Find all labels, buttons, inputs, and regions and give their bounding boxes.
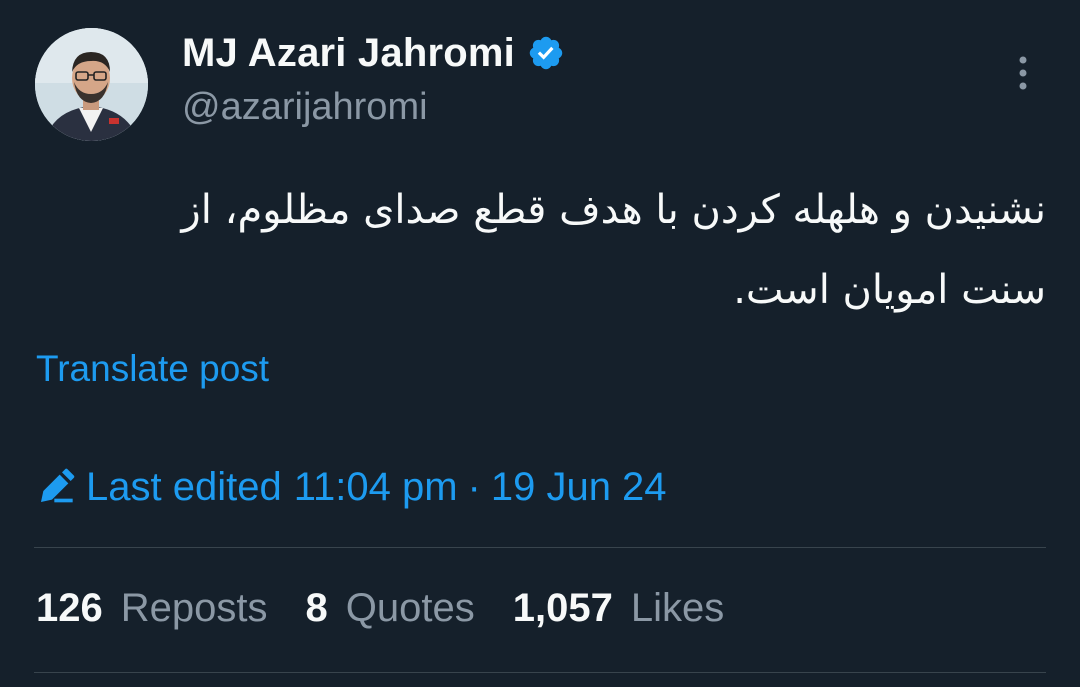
more-options-icon[interactable]: [1008, 54, 1038, 94]
author-handle[interactable]: @azarijahromi: [182, 86, 428, 129]
author-name-row[interactable]: MJ Azari Jahromi: [182, 28, 565, 78]
timestamp-separator: ·: [467, 464, 481, 509]
last-edited-label: Last edited: [86, 464, 282, 509]
tweet-text: نشنیدن و هلهله کردن با هدف قطع صدای مظلو…: [181, 187, 1046, 313]
author-display-name[interactable]: MJ Azari Jahromi: [182, 31, 515, 76]
likes-count: 1,057: [512, 586, 613, 630]
avatar[interactable]: [35, 28, 148, 141]
quotes-label: Quotes: [345, 586, 475, 630]
translate-post-link[interactable]: Translate post: [36, 348, 269, 390]
quotes-count: 8: [305, 586, 328, 630]
engagement-stats: 126 Reposts 8 Quotes 1,057 Likes: [36, 586, 762, 631]
edited-time[interactable]: 11:04 pm: [294, 465, 458, 510]
likes-stat[interactable]: 1,057 Likes: [513, 586, 725, 631]
divider: [34, 547, 1046, 548]
edited-date[interactable]: 19 Jun 24: [491, 465, 667, 510]
pencil-icon: [41, 468, 75, 503]
likes-label: Likes: [630, 586, 725, 630]
reposts-label: Reposts: [120, 586, 268, 630]
quotes-stat[interactable]: 8 Quotes: [306, 586, 475, 631]
verified-badge-icon[interactable]: [527, 34, 565, 72]
last-edited-row[interactable]: Last edited 11:04 pm · 19 Jun 24: [36, 458, 667, 516]
divider: [34, 672, 1046, 673]
profile-photo: [35, 28, 148, 141]
reposts-stat[interactable]: 126 Reposts: [36, 586, 268, 631]
reposts-count: 126: [36, 586, 103, 630]
